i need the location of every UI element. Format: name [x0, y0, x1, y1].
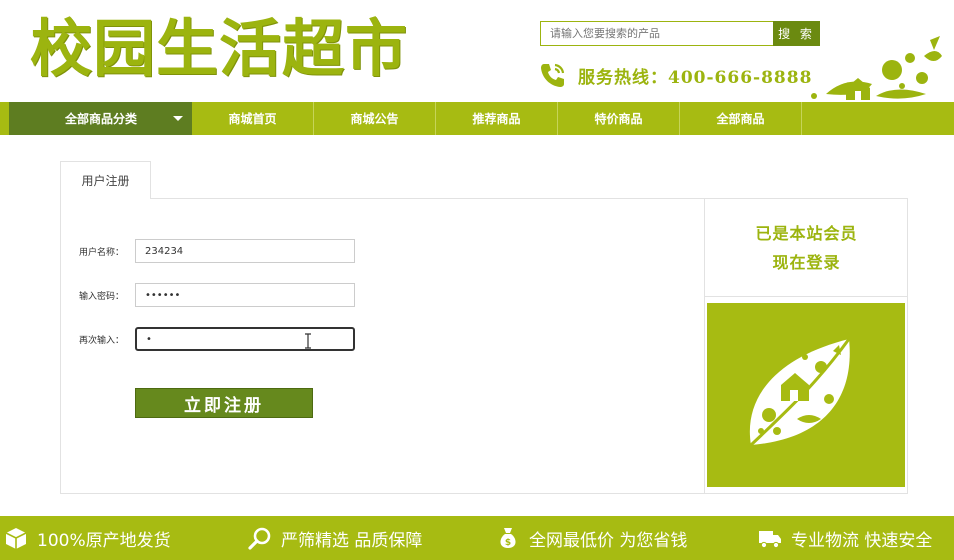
- leaf-banner: [707, 303, 905, 487]
- login-link[interactable]: 已是本站会员 现在登录: [705, 199, 908, 297]
- login-prompt-line2: 现在登录: [772, 252, 841, 272]
- username-label: 用户名称：: [79, 247, 125, 258]
- register-submit-button[interactable]: 立即注册: [135, 388, 313, 418]
- footer-item-quality-label: 严筛精选 品质保障: [281, 530, 423, 551]
- page: 校园生活超市 搜 索 服务热线：400-666-8888 全部商品分类 商城首页…: [0, 0, 954, 560]
- username-field[interactable]: 234234: [135, 239, 355, 263]
- footer-bar: 100%原产地发货 严筛精选 品质保障 $ 全网最低价 为您省钱 专业物流 快速…: [0, 516, 954, 560]
- leaf-produce-icon: [749, 338, 851, 447]
- tab-register[interactable]: 用户注册: [60, 161, 151, 199]
- login-sidebar: 已是本站会员 现在登录: [704, 199, 908, 493]
- site-logo[interactable]: 校园生活超市: [30, 6, 408, 92]
- box-icon: [5, 528, 27, 549]
- magnifier-icon: [248, 527, 271, 550]
- footer-item-origin: 100%原产地发货: [4, 516, 171, 560]
- username-row: 用户名称： 234234: [79, 239, 355, 263]
- caret-down-icon: [173, 116, 183, 121]
- password-field[interactable]: ••••••: [135, 283, 355, 307]
- decoration-produce-icon: [811, 36, 942, 100]
- password-row: 输入密码： ••••••: [79, 283, 355, 307]
- all-categories-label: 全部商品分类: [65, 112, 138, 126]
- hotline: 服务热线：400-666-8888: [538, 60, 812, 90]
- hotline-text: 服务热线：400-666-8888: [578, 67, 813, 88]
- footer-item-logistics-label: 专业物流 快速安全: [791, 530, 933, 551]
- text-cursor-icon: [305, 333, 311, 349]
- footer-item-price: $ 全网最低价 为您省钱: [496, 516, 687, 560]
- nav-item-specials[interactable]: 特价商品: [558, 102, 680, 135]
- footer-item-quality: 严筛精选 品质保障: [248, 516, 422, 560]
- phone-icon: [541, 63, 565, 87]
- register-panel: 用户名称： 234234 输入密码： •••••• 再次输入： • 立即注册 已…: [60, 198, 908, 494]
- search-input[interactable]: [540, 21, 774, 46]
- confirm-password-row: 再次输入： •: [79, 327, 355, 351]
- footer-item-origin-label: 100%原产地发货: [37, 530, 171, 551]
- main-nav: 全部商品分类 商城首页 商城公告 推荐商品 特价商品 全部商品: [0, 102, 954, 135]
- footer-item-price-label: 全网最低价 为您省钱: [529, 530, 688, 551]
- login-prompt-line1: 已是本站会员: [755, 223, 858, 243]
- footer-item-logistics: 专业物流 快速安全: [758, 516, 932, 560]
- money-bag-icon: $: [500, 528, 516, 548]
- confirm-password-field[interactable]: •: [135, 327, 355, 351]
- password-label: 输入密码：: [79, 291, 125, 302]
- nav-item-announcements[interactable]: 商城公告: [314, 102, 436, 135]
- nav-item-home[interactable]: 商城首页: [192, 102, 314, 135]
- svg-text:$: $: [505, 538, 511, 548]
- nav-item-all-products[interactable]: 全部商品: [680, 102, 802, 135]
- confirm-password-label: 再次输入：: [79, 335, 125, 346]
- all-categories-menu[interactable]: 全部商品分类: [9, 102, 192, 135]
- nav-item-recommended[interactable]: 推荐商品: [436, 102, 558, 135]
- truck-icon: [759, 531, 781, 549]
